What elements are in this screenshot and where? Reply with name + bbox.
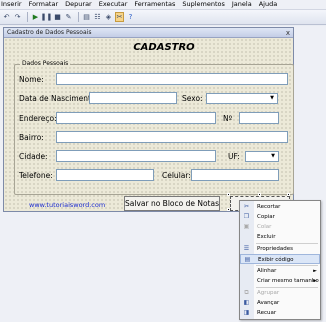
menu-formatar[interactable]: Formatar xyxy=(29,0,59,9)
menu-item-alinhar[interactable]: Alinhar ► xyxy=(240,266,320,276)
userform-title: Cadastro de Dados Pessoais xyxy=(7,29,92,36)
redo-icon[interactable]: ↷ xyxy=(13,12,22,22)
menu-item-propriedades[interactable]: ☰ Propriedades xyxy=(240,244,320,254)
menu-item-label: Agrupar xyxy=(257,290,280,296)
celular-label: Celular: xyxy=(162,171,191,180)
menu-item-agrupar[interactable]: ⧉ Agrupar xyxy=(240,288,320,298)
context-menu: ✂ Recortar ❐ Copiar ▣ Colar Excluir ☰ Pr… xyxy=(239,200,321,320)
save-notepad-button[interactable]: Salvar no Bloco de Notas xyxy=(124,196,220,211)
send-backward-icon: ◨ xyxy=(243,309,250,316)
delete-icon xyxy=(243,234,250,240)
userform-window: Cadastro de Dados Pessoais x CADASTRO Da… xyxy=(3,27,294,212)
toolbar-separator xyxy=(78,12,79,22)
menu-ajuda[interactable]: Ajuda xyxy=(259,0,277,9)
resize-handle[interactable] xyxy=(287,193,290,196)
menu-item-label: Recuar xyxy=(257,310,277,316)
endereco-input[interactable] xyxy=(56,112,216,124)
resize-handle[interactable] xyxy=(227,193,230,196)
bairro-label: Bairro: xyxy=(19,133,44,142)
menu-janela[interactable]: Janela xyxy=(232,0,252,9)
menu-item-colar[interactable]: ▣ Colar xyxy=(240,222,320,232)
form-heading: CADASTRO xyxy=(133,42,195,53)
menu-item-copiar[interactable]: ❐ Copiar xyxy=(240,212,320,222)
design-mode-icon[interactable]: ✎ xyxy=(64,12,73,22)
uf-label: UF: xyxy=(228,152,240,161)
paste-icon: ▣ xyxy=(243,223,250,230)
menu-suplementos[interactable]: Suplementos xyxy=(182,0,225,9)
object-browser-icon[interactable]: ◈ xyxy=(104,12,113,22)
menu-item-label: Propriedades xyxy=(257,246,293,252)
bairro-input[interactable] xyxy=(56,131,288,143)
menu-item-recortar[interactable]: ✂ Recortar xyxy=(240,202,320,212)
toolbar-separator xyxy=(27,12,28,22)
sexo-select[interactable]: ▼ xyxy=(206,93,278,104)
menu-item-label: Copiar xyxy=(257,214,275,220)
telefone-label: Telefone: xyxy=(19,171,53,180)
menu-bar: Inserir Formatar Depurar Executar Ferram… xyxy=(0,0,326,10)
data-nascimento-label: Data de Nascimento: xyxy=(19,94,99,103)
chevron-down-icon[interactable]: ▼ xyxy=(268,95,276,102)
undo-icon[interactable]: ↶ xyxy=(2,12,11,22)
website-link[interactable]: www.tutoriaisword.com xyxy=(29,201,105,209)
menu-item-recuar[interactable]: ◨ Recuar xyxy=(240,308,320,318)
cidade-input[interactable] xyxy=(56,150,216,162)
menu-item-label: Excluir xyxy=(257,234,276,240)
menu-item-label: Exibir código xyxy=(258,257,294,263)
data-nascimento-input[interactable] xyxy=(89,92,177,104)
project-explorer-icon[interactable]: ▤ xyxy=(82,12,91,22)
properties-icon: ☰ xyxy=(243,245,250,252)
frame-caption: Dados Pessoais xyxy=(20,60,71,67)
userform-titlebar: Cadastro de Dados Pessoais x xyxy=(4,28,293,38)
resize-handle[interactable] xyxy=(227,208,230,211)
group-icon: ⧉ xyxy=(244,289,249,296)
pause-icon[interactable]: ❚❚ xyxy=(41,12,53,22)
submenu-arrow-icon: ► xyxy=(313,268,317,274)
cut-icon: ✂ xyxy=(243,203,250,210)
menu-ferramentas[interactable]: Ferramentas xyxy=(134,0,175,9)
menu-item-criar-mesmo-tamanho[interactable]: Criar mesmo tamanho ► xyxy=(240,276,320,286)
userform-canvas: CADASTRO Dados Pessoais Nome: Data de Na… xyxy=(4,38,294,211)
menu-item-label: Alinhar xyxy=(257,268,277,274)
nome-label: Nome: xyxy=(19,75,44,84)
close-icon[interactable]: x xyxy=(284,29,292,37)
celular-input[interactable] xyxy=(191,169,279,181)
bring-forward-icon: ◧ xyxy=(243,299,250,306)
uf-select[interactable]: ▼ xyxy=(245,151,279,162)
view-code-icon: ▤ xyxy=(244,256,251,263)
menu-item-label: Criar mesmo tamanho xyxy=(257,278,319,284)
reset-icon[interactable]: ■ xyxy=(53,12,62,22)
properties-icon[interactable]: ☷ xyxy=(93,12,102,22)
toolbar: ↶ ↷ ▶ ❚❚ ■ ✎ ▤ ☷ ◈ ✂ ? xyxy=(0,10,326,25)
chevron-down-icon[interactable]: ▼ xyxy=(269,153,277,160)
endereco-label: Endereço: xyxy=(19,114,57,123)
nome-input[interactable] xyxy=(56,73,288,85)
numero-label: Nº xyxy=(223,114,233,123)
telefone-input[interactable] xyxy=(56,169,154,181)
sexo-label: Sexo: xyxy=(182,94,203,103)
menu-depurar[interactable]: Depurar xyxy=(65,0,92,9)
resize-handle[interactable] xyxy=(258,193,261,196)
submenu-arrow-icon: ► xyxy=(313,278,317,284)
numero-input[interactable] xyxy=(239,112,279,124)
menu-item-label: Colar xyxy=(257,224,272,230)
menu-item-excluir[interactable]: Excluir xyxy=(240,232,320,242)
menu-item-label: Avançar xyxy=(257,300,280,306)
copy-icon: ❐ xyxy=(243,213,250,220)
help-icon[interactable]: ? xyxy=(126,12,135,22)
toolbox-icon[interactable]: ✂ xyxy=(115,12,124,22)
menu-executar[interactable]: Executar xyxy=(99,0,128,9)
menu-inserir[interactable]: Inserir xyxy=(1,0,22,9)
menu-item-label: Recortar xyxy=(257,204,281,210)
menu-item-avancar[interactable]: ◧ Avançar xyxy=(240,298,320,308)
cidade-label: Cidade: xyxy=(19,152,48,161)
run-icon[interactable]: ▶ xyxy=(31,12,40,22)
menu-item-exibir-codigo[interactable]: ▤ Exibir código xyxy=(240,254,320,264)
